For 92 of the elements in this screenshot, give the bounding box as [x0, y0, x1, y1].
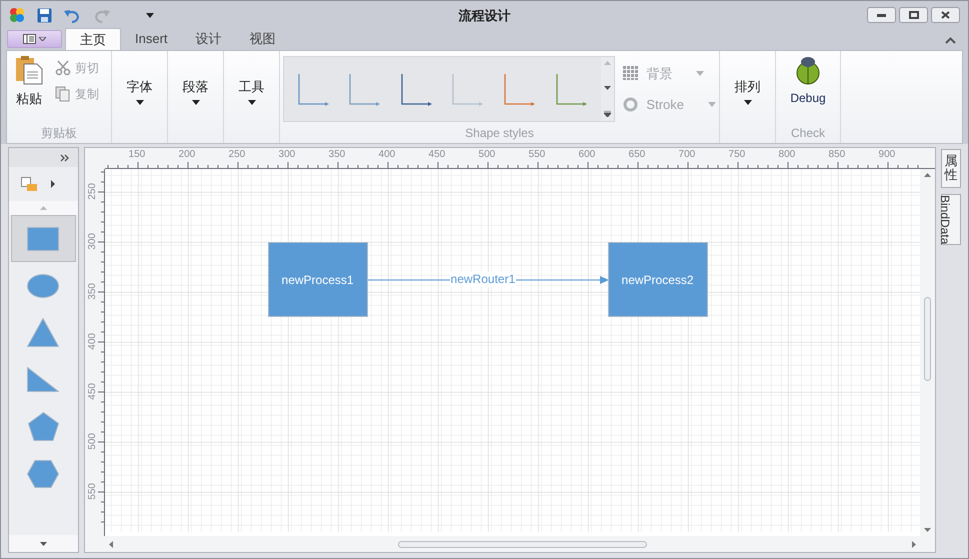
ruler-label: 700 — [678, 149, 696, 160]
ruler-label: 300 — [278, 149, 296, 160]
copy-icon — [55, 86, 71, 102]
dropdown-button[interactable]: 排列 — [720, 51, 775, 123]
app-menu-button[interactable] — [7, 30, 62, 48]
expand-gallery-icon[interactable] — [604, 111, 612, 117]
ribbon-tab[interactable]: 主页 — [65, 28, 121, 50]
ruler-label: 550 — [528, 149, 546, 160]
debug-button[interactable]: Debug — [776, 51, 840, 123]
caret-icon — [136, 100, 144, 106]
maximize-button[interactable] — [899, 7, 928, 23]
ruler-label: 400 — [378, 149, 396, 160]
caret-icon — [708, 102, 716, 108]
panel-icon — [23, 34, 36, 44]
grid-icon — [623, 66, 638, 80]
ribbon-tab[interactable]: Insert — [121, 28, 182, 50]
connector-style-swatch[interactable] — [451, 72, 486, 106]
stencil-folder-icon[interactable] — [21, 177, 37, 191]
scrollbar-thumb[interactable] — [398, 540, 647, 548]
connector-style-swatch[interactable] — [348, 72, 382, 106]
scroll-up-icon[interactable] — [40, 206, 47, 210]
ruler-label: 150 — [128, 149, 146, 160]
group-label: Check — [790, 125, 826, 142]
ruler-label: 550 — [86, 483, 98, 500]
pentagon-icon — [28, 412, 59, 441]
connector-style-swatch[interactable] — [503, 72, 538, 106]
minimize-icon — [877, 14, 886, 16]
connector-style-swatch[interactable] — [554, 72, 589, 106]
ring-icon — [623, 97, 638, 112]
expand-arrow-icon[interactable] — [51, 180, 55, 188]
rectangle-icon — [27, 226, 60, 250]
caret-icon — [248, 100, 256, 106]
ruler-label: 200 — [178, 149, 196, 160]
ruler-label: 350 — [328, 149, 346, 160]
ruler-label: 450 — [428, 149, 446, 160]
dropdown-button[interactable]: 段落 — [168, 51, 223, 123]
caret-icon — [696, 70, 704, 76]
group-label: Shape styles — [464, 125, 535, 142]
ruler-label: 300 — [86, 233, 98, 250]
caret-icon — [744, 100, 752, 106]
triangle-icon — [27, 318, 60, 347]
beetle-icon — [795, 55, 821, 85]
ruler-label: 850 — [828, 149, 846, 160]
close-icon — [941, 11, 950, 19]
expand-icon[interactable] — [60, 154, 70, 162]
scroll-down-icon[interactable] — [924, 528, 931, 532]
scroll-left-icon[interactable] — [108, 540, 113, 548]
group-label: 剪贴板 — [40, 125, 78, 142]
hexagon-icon — [27, 460, 60, 488]
connector-label: newRouter1 — [450, 272, 516, 287]
scroll-down-icon[interactable] — [40, 542, 47, 546]
clipboard-icon — [15, 55, 43, 85]
maximize-icon — [908, 11, 918, 19]
ruler-label: 400 — [86, 333, 98, 350]
ruler-label: 450 — [86, 383, 98, 400]
caret-icon — [146, 12, 154, 18]
ruler-label: 800 — [778, 149, 796, 160]
window-title: 流程设计 — [458, 7, 510, 25]
dropdown-button[interactable]: 字体 — [112, 51, 167, 123]
paste-button[interactable]: 粘贴 — [15, 55, 43, 108]
side-tab[interactable]: 属性 — [941, 149, 961, 188]
connector-style-swatch[interactable] — [400, 72, 434, 106]
ribbon-tab[interactable]: 设计 — [182, 28, 236, 50]
app-logo-icon — [9, 7, 25, 23]
ruler-label: 650 — [628, 149, 646, 160]
toolbox-item[interactable] — [11, 215, 76, 262]
close-button[interactable] — [931, 7, 960, 23]
ruler-label: 750 — [728, 149, 746, 160]
side-tab[interactable]: BindData — [941, 194, 961, 245]
ribbon-tab[interactable]: 视图 — [236, 28, 290, 50]
ruler-label: 600 — [578, 149, 596, 160]
collapse-ribbon-icon[interactable] — [945, 37, 956, 44]
connector-style-swatch[interactable] — [296, 72, 331, 106]
ruler-label: 500 — [86, 433, 98, 450]
scroll-down-icon[interactable] — [604, 86, 612, 90]
caret-icon — [192, 100, 200, 106]
save-icon[interactable] — [37, 8, 52, 22]
scrollbar-thumb[interactable] — [924, 297, 931, 381]
ruler-label: 900 — [878, 149, 896, 160]
caret-icon — [39, 37, 46, 41]
ruler-label: 350 — [86, 283, 98, 300]
scroll-right-icon[interactable] — [912, 540, 916, 548]
undo-icon[interactable] — [64, 8, 81, 22]
right-triangle-icon — [27, 367, 60, 392]
ruler-label: 250 — [86, 183, 98, 200]
ruler-label: 500 — [478, 149, 496, 160]
scissors-icon — [55, 60, 71, 76]
ellipse-icon — [27, 274, 60, 298]
dropdown-button[interactable]: 工具 — [224, 51, 279, 123]
minimize-button[interactable] — [867, 7, 896, 23]
scroll-up-icon[interactable] — [924, 173, 931, 177]
ruler-label: 250 — [228, 149, 246, 160]
